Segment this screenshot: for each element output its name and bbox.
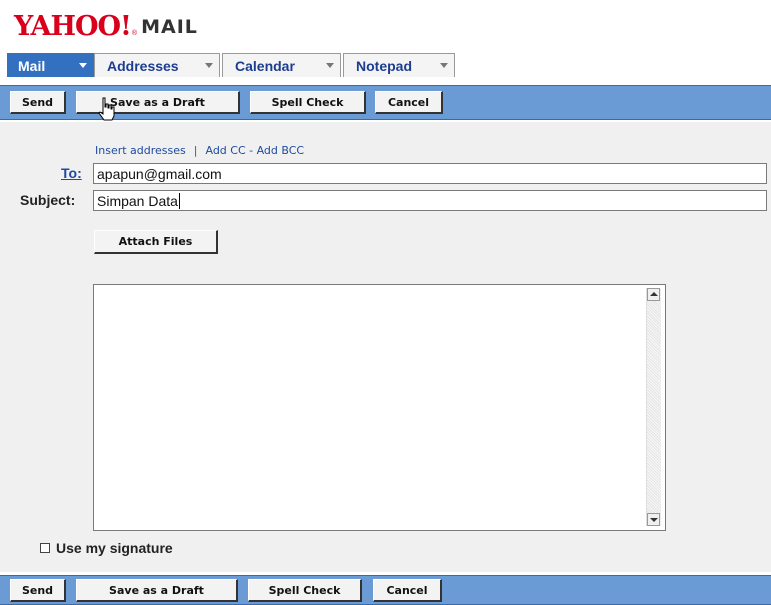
to-label-link[interactable]: To: — [61, 165, 82, 181]
tab-addresses-label: Addresses — [107, 57, 179, 74]
use-signature-checkbox[interactable] — [40, 543, 50, 553]
compose-form: Insert addresses | Add CC - Add BCC To: ap… — [0, 122, 771, 572]
use-signature-option[interactable]: Use my signature — [40, 540, 173, 556]
tab-calendar-label: Calendar — [235, 57, 295, 74]
scroll-down-icon[interactable] — [647, 513, 660, 526]
compose-toolbar-bottom: Send Save as a Draft Spell Check Cancel — [0, 575, 771, 605]
tab-mail-label: Mail — [18, 57, 46, 74]
subject-label: Subject: — [20, 192, 76, 208]
logo-product-text: MAIL — [141, 16, 198, 38]
message-body-textarea[interactable] — [93, 284, 666, 531]
logo-brand-text: YAHOO! — [14, 11, 132, 42]
add-cc-bcc-link[interactable]: Add CC - Add BCC — [205, 144, 304, 157]
tab-notepad[interactable]: Notepad — [343, 53, 455, 77]
dropdown-arrow-icon[interactable] — [326, 63, 334, 68]
tab-notepad-label: Notepad — [356, 57, 412, 74]
yahoo-mail-logo: YAHOO! ® MAIL — [14, 6, 198, 40]
tab-mail[interactable]: Mail — [7, 53, 94, 77]
link-separator: | — [193, 144, 198, 157]
send-button[interactable]: Send — [10, 91, 66, 114]
tab-addresses[interactable]: Addresses — [94, 53, 220, 77]
spell-check-button[interactable]: Spell Check — [250, 91, 366, 114]
hand-pointer-cursor-icon — [98, 97, 115, 121]
text-caret — [178, 193, 180, 209]
to-field[interactable]: apapun@gmail.com — [93, 163, 767, 184]
dropdown-arrow-icon[interactable] — [79, 63, 87, 68]
attach-files-button[interactable]: Attach Files — [94, 230, 218, 254]
use-signature-label: Use my signature — [56, 540, 173, 556]
scroll-up-icon[interactable] — [647, 288, 660, 301]
subject-field[interactable]: Simpan Data — [93, 190, 767, 211]
main-tab-bar: Mail Addresses Calendar Notepad — [0, 53, 771, 79]
subject-value: Simpan Data — [97, 193, 178, 209]
logo-registered-mark: ® — [131, 30, 138, 37]
body-scrollbar[interactable] — [646, 288, 661, 526]
dropdown-arrow-icon[interactable] — [205, 63, 213, 68]
address-links: Insert addresses | Add CC - Add BCC — [95, 144, 304, 157]
cancel-button[interactable]: Cancel — [375, 91, 443, 114]
tab-calendar[interactable]: Calendar — [222, 53, 341, 77]
insert-addresses-link[interactable]: Insert addresses — [95, 144, 186, 157]
dropdown-arrow-icon[interactable] — [440, 63, 448, 68]
